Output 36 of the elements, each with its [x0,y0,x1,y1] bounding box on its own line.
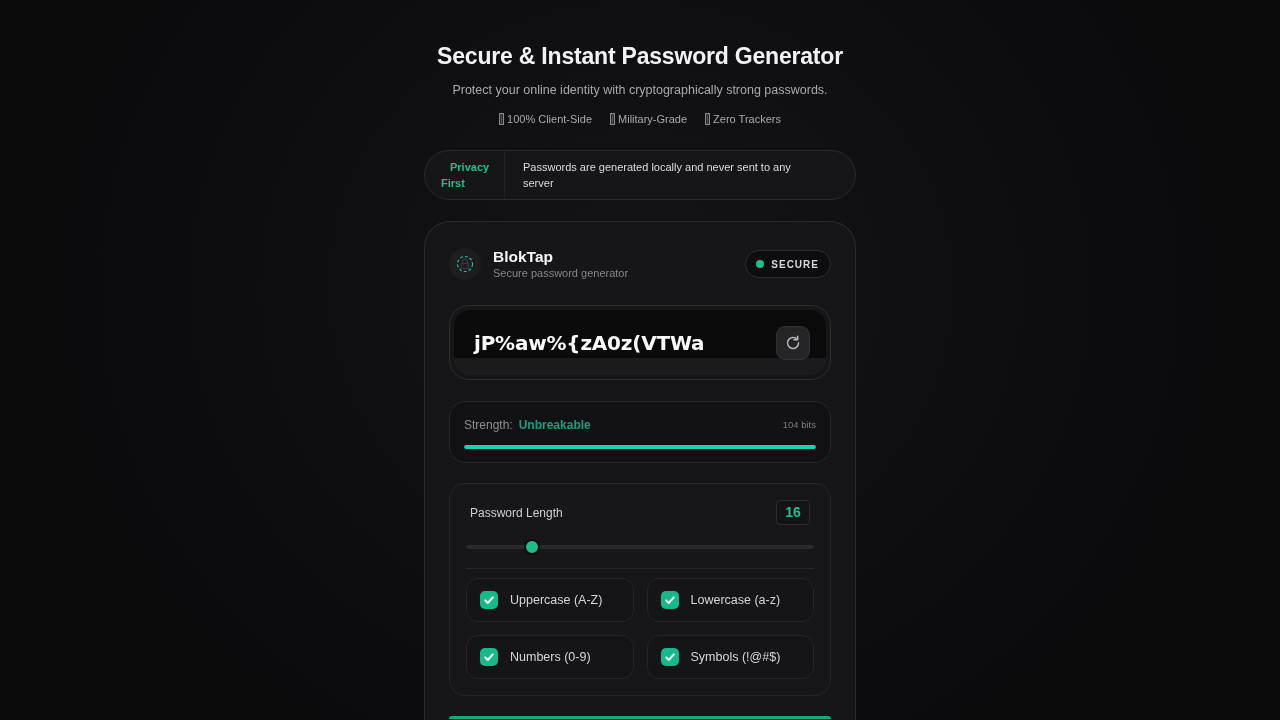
checkbox[interactable] [480,591,498,609]
entropy-bits: 104 bits [782,418,816,432]
lock-logo-icon [449,248,481,280]
slider-thumb[interactable] [524,539,541,555]
option-tile[interactable]: Symbols (!@#$) [646,635,814,679]
checkbox[interactable] [660,648,679,666]
checkbox[interactable] [480,648,498,666]
feature-text: 100% Client-Side [507,112,593,126]
privacy-label: Privacy First [441,160,491,191]
feature-text: Zero Trackers [713,112,781,126]
status-text: SECURE [771,257,819,272]
length-label: Password Length [469,504,563,522]
option-tile[interactable]: Numbers (0-9) [466,635,634,679]
option-label: Lowercase (a-z) [690,591,781,609]
password-text: jP%aw%{zA0z(VTWa [474,329,705,357]
option-label: Numbers (0-9) [510,648,591,666]
refresh-icon [785,334,801,351]
brand-tagline: Secure password generator [493,266,629,280]
status-dot-icon [756,260,765,268]
refresh-button[interactable] [776,325,810,360]
privacy-message: Passwords are generated locally and never sent to any server [523,160,792,191]
option-tile[interactable]: Uppercase (A-Z) [466,578,634,622]
strength-rating: Unbreakable [518,418,591,432]
feature-text: Military-Grade [618,112,688,126]
missing-glyph-icon [499,113,505,125]
option-label: Symbols (!@#$) [690,648,781,666]
length-value: 16 [776,500,810,525]
brand-name: BlokTap [493,248,554,266]
page-title: Secure & Instant Password Generator [436,42,844,71]
missing-glyph-icon [610,113,616,125]
option-tile[interactable]: Lowercase (a-z) [646,578,814,622]
missing-glyph-icon [705,113,711,125]
option-label: Uppercase (A-Z) [510,591,603,609]
strength-label: Strength: [464,418,513,432]
page-subtitle: Protect your online identity with cryptographically strong passwords. [451,82,829,98]
checkbox[interactable] [660,591,679,609]
